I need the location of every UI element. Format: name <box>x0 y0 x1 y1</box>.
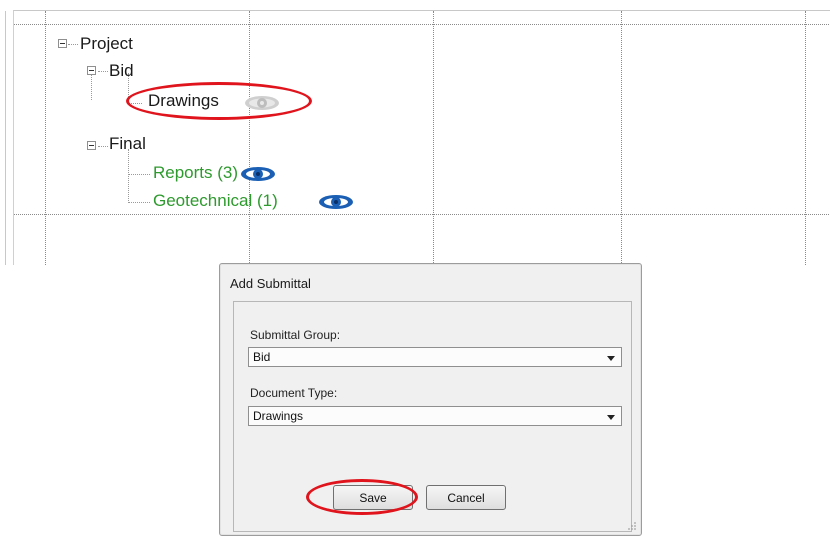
tree-node-reports[interactable]: Reports (3) <box>153 163 238 183</box>
tree-node-project[interactable]: Project <box>80 34 133 54</box>
dialog-body: Submittal Group: Bid Document Type: Draw… <box>233 301 632 532</box>
document-type-value: Drawings <box>253 409 304 423</box>
final-collapse-icon[interactable] <box>87 141 96 150</box>
dropdown-arrow-icon <box>607 415 615 420</box>
project-collapse-icon[interactable] <box>58 39 67 48</box>
tree-connector <box>68 44 78 45</box>
grid-line <box>14 214 830 215</box>
dialog-title: Add Submittal <box>230 276 311 291</box>
submittal-group-value: Bid <box>253 350 271 364</box>
tree-connector <box>128 149 129 203</box>
grid-line <box>805 11 806 265</box>
tree-connector <box>98 71 108 72</box>
grid-line <box>621 11 622 265</box>
grid-line <box>249 11 250 265</box>
highlight-circle <box>306 479 418 515</box>
highlight-circle <box>126 82 312 120</box>
bid-collapse-icon[interactable] <box>87 66 96 75</box>
tree-node-bid[interactable]: Bid <box>109 61 134 81</box>
document-type-label: Document Type: <box>250 386 338 400</box>
cancel-button[interactable]: Cancel <box>426 485 506 510</box>
tree-connector <box>128 202 150 203</box>
document-type-select[interactable]: Drawings <box>248 406 622 426</box>
grid-line <box>14 24 830 25</box>
resize-grip-icon[interactable] <box>627 521 637 531</box>
submittal-group-select[interactable]: Bid <box>248 347 622 367</box>
eye-icon[interactable] <box>317 192 355 212</box>
grid-line <box>433 11 434 265</box>
grid-line <box>45 11 46 265</box>
tree-connector <box>98 146 108 147</box>
eye-icon[interactable] <box>239 164 277 184</box>
tree-node-geotechnical[interactable]: Geotechnical (1) <box>153 191 278 211</box>
tree-node-final[interactable]: Final <box>109 134 146 154</box>
add-submittal-dialog: Add Submittal Submittal Group: Bid Docum… <box>219 263 642 536</box>
dropdown-arrow-icon <box>607 356 615 361</box>
submittal-group-label: Submittal Group: <box>250 328 341 342</box>
tree-connector <box>128 174 150 175</box>
